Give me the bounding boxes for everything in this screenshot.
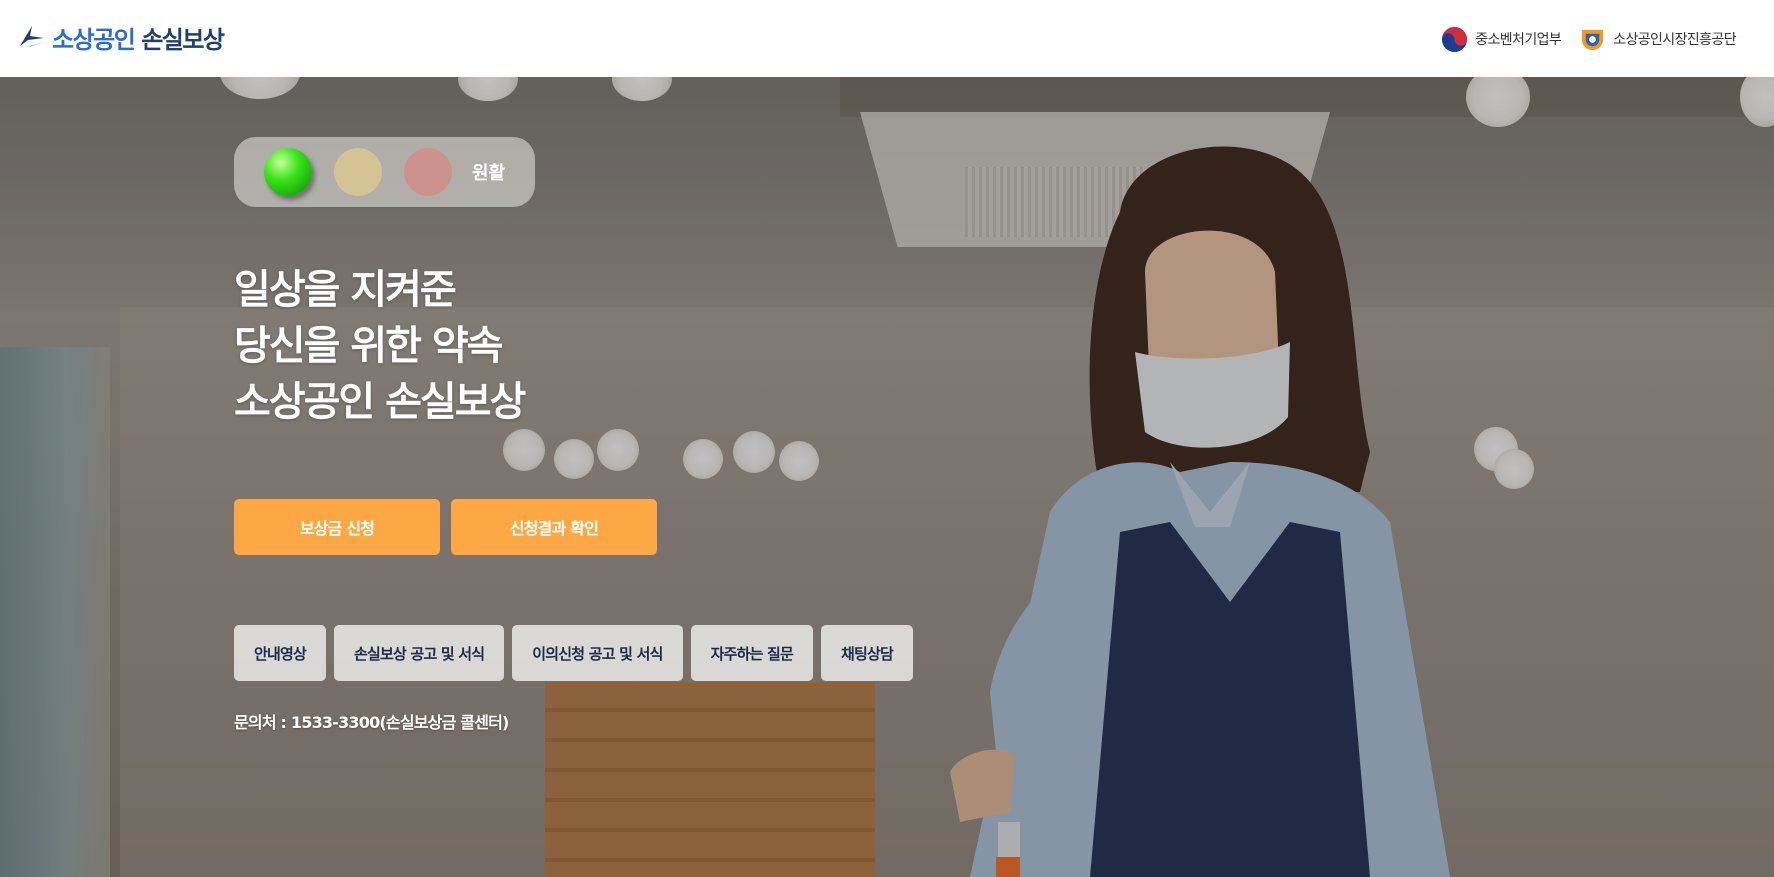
guide-video-button[interactable]: 안내영상 [234,625,327,681]
chat-consult-button[interactable]: 채팅상담 [821,625,914,681]
quick-links: 안내영상 손실보상 공고 및 서식 이의신청 공고 및 서식 자주하는 질문 채… [234,625,914,681]
headline-line-1: 일상을 지켜준 [234,267,457,313]
apply-compensation-button[interactable]: 보상금 신청 [234,499,440,555]
site-header: 소상공인 손실보상 중소벤처기업부 소상공인시장진흥공단 [0,0,1774,77]
faq-button[interactable]: 자주하는 질문 [690,625,814,681]
logo-text: 소상공인 손실보상 [52,25,225,54]
service-status-indicator: 원활 [234,137,535,207]
objection-notice-button[interactable]: 이의신청 공고 및 서식 [512,625,683,681]
status-light-yellow [334,148,382,196]
compensation-notice-button[interactable]: 손실보상 공고 및 서식 [334,625,505,681]
org-mss-link[interactable]: 중소벤처기업부 [1441,26,1562,53]
check-result-button[interactable]: 신청결과 확인 [451,499,657,555]
headline-line-2: 당신을 위한 약속 [234,323,503,369]
status-light-green [264,148,312,196]
logo-wing-icon [20,26,44,48]
org-semas-label: 소상공인시장진흥공단 [1613,32,1736,48]
semas-logo-icon [1582,29,1604,50]
org-semas-link[interactable]: 소상공인시장진흥공단 [1579,26,1737,53]
org-mss-label: 중소벤처기업부 [1475,32,1562,48]
contact-info: 문의처 : 1533-3300(손실보상금 콜센터) [234,713,509,732]
korea-taegeuk-emblem-icon [1442,26,1468,52]
hero-headline: 일상을 지켜준 당신을 위한 약속 소상공인 손실보상 [234,262,526,430]
headline-line-3: 소상공인 손실보상 [234,379,526,425]
site-logo[interactable]: 소상공인 손실보상 [18,21,225,54]
status-light-red [404,148,452,196]
partner-orgs: 중소벤처기업부 소상공인시장진흥공단 [1441,24,1737,54]
status-label: 원활 [472,163,506,184]
